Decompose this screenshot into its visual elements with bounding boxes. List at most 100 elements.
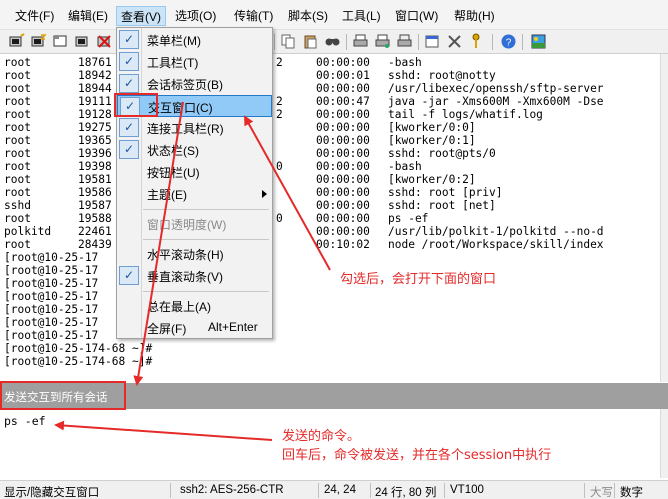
process-cmd: node /root/Workspace/skill/index xyxy=(388,238,604,251)
menu-item-vscrollbar[interactable]: ✓ 垂直滚动条(V) xyxy=(117,265,272,287)
check-icon: ✓ xyxy=(119,118,139,137)
status-separator xyxy=(170,483,171,498)
status-separator xyxy=(444,483,445,498)
menu-item-always-on-top[interactable]: 总在最上(A) xyxy=(117,295,272,317)
process-pid: 19398 xyxy=(78,160,112,173)
help-icon[interactable]: ? xyxy=(500,33,517,50)
connect-tab-icon[interactable] xyxy=(52,33,69,50)
process-row: root 28439 00:10:02 node /root/Workspace/sk… xyxy=(4,238,656,251)
menu-transfer[interactable]: 传输(T) xyxy=(230,6,277,26)
process-cmd: ps -ef xyxy=(388,212,429,225)
view-menu-dropdown: ✓ 菜单栏(M) ✓ 工具栏(T) ✓ 会话标签页(B) ✓ 交互窗口(C) ✓ 连接工具栏(R)… xyxy=(116,27,273,339)
menu-item-hscrollbar[interactable]: 水平滚动条(H) xyxy=(117,243,272,265)
check-icon: ✓ xyxy=(119,74,139,93)
copy-icon[interactable] xyxy=(280,33,297,50)
process-time: 00:00:00 xyxy=(316,56,370,69)
process-pid: 19275 xyxy=(78,121,112,134)
process-extra: 2 xyxy=(276,56,283,69)
terminal-scrollbar[interactable] xyxy=(660,54,668,382)
status-hint: 显示/隐藏交互窗口 xyxy=(4,487,100,499)
menu-script[interactable]: 脚本(S) xyxy=(284,6,332,26)
process-extra: 2 xyxy=(276,108,283,121)
menu-item-fullscreen[interactable]: 全屏(F) Alt+Enter xyxy=(117,317,272,339)
process-pid: 18761 xyxy=(78,56,112,69)
menu-item-label: 按钮栏(U) xyxy=(147,166,200,180)
print-icon[interactable] xyxy=(352,33,369,50)
process-time: 00:00:00 xyxy=(316,121,370,134)
process-cmd: [kworker/0:2] xyxy=(388,173,476,186)
reconnect-icon[interactable] xyxy=(74,33,91,50)
process-extra: 0 xyxy=(276,160,283,173)
process-row: root 18942 00:00:01 sshd: root@notty xyxy=(4,69,656,82)
connect-icon[interactable] xyxy=(8,33,25,50)
key-icon[interactable] xyxy=(468,33,485,50)
image-icon[interactable] xyxy=(530,33,547,50)
process-time: 00:00:01 xyxy=(316,69,370,82)
menu-edit[interactable]: 编辑(E) xyxy=(64,6,112,26)
interact-scrollbar[interactable] xyxy=(660,409,668,478)
find-icon[interactable] xyxy=(324,33,341,50)
status-size: 24 行, 80 列 xyxy=(375,487,437,499)
print-selection-icon[interactable] xyxy=(396,33,413,50)
menu-item-label: 水平滚动条(H) xyxy=(147,248,224,262)
annotation-note-command: 发送的命令。 xyxy=(282,429,361,444)
menu-help[interactable]: 帮助(H) xyxy=(450,6,499,26)
process-pid: 19396 xyxy=(78,147,112,160)
toolbar: ? xyxy=(0,30,668,54)
menu-item-connect-toolbar[interactable]: ✓ 连接工具栏(R) xyxy=(117,117,272,139)
process-time: 00:00:00 xyxy=(316,108,370,121)
menu-options[interactable]: 选项(O) xyxy=(171,6,220,26)
process-user: root xyxy=(4,173,31,186)
status-num: 数字 xyxy=(620,487,643,499)
menu-item-statusbar[interactable]: ✓ 状态栏(S) xyxy=(117,139,272,161)
check-icon: ✓ xyxy=(119,30,139,49)
menu-separator xyxy=(143,209,269,210)
process-pid: 19128 xyxy=(78,108,112,121)
process-user: root xyxy=(4,82,31,95)
prompt-line: [root@10-25-17 xyxy=(4,277,99,290)
process-row: root 19581 00:00:00 [kworker/0:2] xyxy=(4,173,656,186)
process-extra: 0 xyxy=(276,212,283,225)
menu-file[interactable]: 文件(F) xyxy=(11,6,58,26)
menu-item-label: 全屏(F) xyxy=(147,322,187,336)
properties-icon[interactable] xyxy=(424,33,441,50)
process-pid: 19587 xyxy=(78,199,112,212)
prompt-line: [root@10-25-174-68 ~]# xyxy=(4,355,153,368)
menu-item-label: 工具栏(T) xyxy=(147,56,199,70)
terminal-output[interactable]: root 18761 2 00:00:00 -bash root 18942 00:00:01… xyxy=(0,54,660,382)
process-cmd: -bash xyxy=(388,160,422,173)
process-row: root 18944 00:00:00/usr/libexec/openssh/sf… xyxy=(4,82,656,95)
menu-item-window-opacity[interactable]: 窗口透明度(W) xyxy=(117,213,272,235)
disconnect-icon[interactable] xyxy=(96,33,113,50)
paste-icon[interactable] xyxy=(302,33,319,50)
status-separator xyxy=(614,483,615,498)
process-row: root 19365 00:00:00 [kworker/0:1] xyxy=(4,134,656,147)
quick-connect-icon[interactable] xyxy=(30,33,47,50)
submenu-arrow-icon xyxy=(262,190,267,198)
print-setup-icon[interactable] xyxy=(374,33,391,50)
menu-window[interactable]: 窗口(W) xyxy=(391,6,442,26)
check-icon: ✓ xyxy=(119,140,139,159)
process-time: 00:00:00 xyxy=(316,199,370,212)
menu-item-label: 会话标签页(B) xyxy=(147,78,223,92)
prompt-line: [root@10-25-17 xyxy=(4,251,99,264)
menu-item-toolbar[interactable]: ✓ 工具栏(T) xyxy=(117,51,272,73)
menu-bar: 文件(F) 编辑(E) 查看(V) 选项(O) 传输(T) 脚本(S) 工具(L… xyxy=(0,0,668,30)
menu-item-buttonbar[interactable]: 按钮栏(U) xyxy=(117,161,272,183)
menu-item-session-tabs[interactable]: ✓ 会话标签页(B) xyxy=(117,73,272,95)
keymap-icon[interactable] xyxy=(446,33,463,50)
process-pid: 19586 xyxy=(78,186,112,199)
process-time: 00:00:00 xyxy=(316,173,370,186)
prompt-line: [root@10-25-17 xyxy=(4,290,99,303)
process-time: 00:10:02 xyxy=(316,238,370,251)
status-caps: 大写 xyxy=(590,487,613,499)
menu-view[interactable]: 查看(V) xyxy=(116,6,166,26)
menu-item-menubar[interactable]: ✓ 菜单栏(M) xyxy=(117,29,272,51)
prompt-line: [root@10-25-17 xyxy=(4,329,99,342)
annotation-note-execute: 回车后，命令被发送，并在各个session中执行 xyxy=(282,448,552,463)
menu-item-label: 状态栏(S) xyxy=(147,144,199,158)
process-cmd: /usr/libexec/openssh/sftp-server xyxy=(388,82,604,95)
menu-item-theme[interactable]: 主题(E) xyxy=(117,183,272,205)
menu-separator xyxy=(143,239,269,240)
menu-tools[interactable]: 工具(L) xyxy=(338,6,385,26)
